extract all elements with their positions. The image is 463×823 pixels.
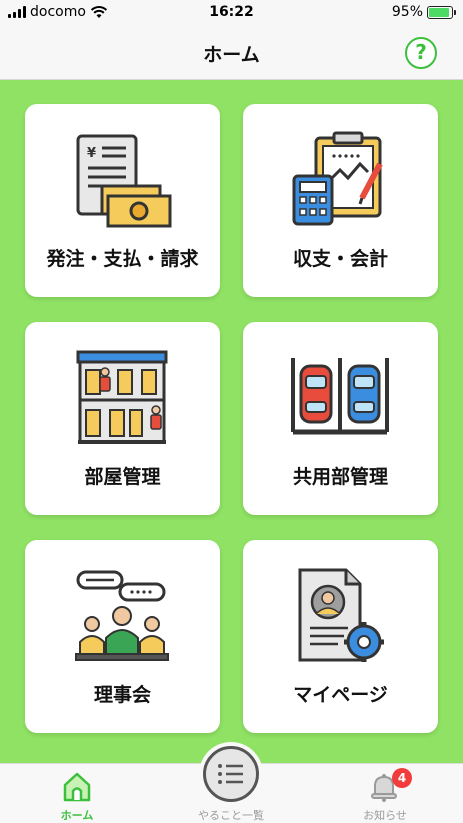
menu-card-label: マイページ	[293, 684, 388, 706]
menu-card-board[interactable]: 理事会	[25, 540, 220, 733]
tab-todo[interactable]: やること一覧	[171, 764, 291, 823]
profile-document-icon	[298, 568, 384, 662]
menu-card-label: 部屋管理	[84, 466, 161, 488]
apartment-building-icon	[76, 350, 168, 444]
accounting-clipboard-icon	[292, 131, 383, 226]
notification-badge: 4	[392, 768, 412, 788]
tab-notice-label: お知らせ	[363, 809, 407, 822]
menu-card-accounting[interactable]: 収支・会計	[243, 104, 438, 297]
help-button[interactable]: ?	[405, 37, 437, 69]
svg-text:¥: ¥	[87, 146, 96, 161]
menu-card-common-area[interactable]: 共用部管理	[243, 322, 438, 515]
tab-home-label: ホーム	[60, 809, 94, 822]
tab-home[interactable]: ホーム	[17, 764, 137, 823]
menu-card-label: 共用部管理	[292, 466, 388, 488]
status-right: 95%	[391, 4, 456, 20]
page-title: ホーム	[203, 44, 260, 66]
menu-card-label: 収支・会計	[292, 248, 388, 270]
tab-todo-label: やること一覧	[198, 809, 264, 822]
menu-card-label: 発注・支払・請求	[46, 248, 199, 270]
menu-card-ordering[interactable]: ¥ 発注・支払・請求	[25, 104, 220, 297]
battery-icon	[427, 5, 456, 19]
menu-card-rooms[interactable]: 部屋管理	[25, 322, 220, 515]
menu-card-label: 理事会	[93, 684, 151, 706]
menu-card-mypage[interactable]: マイページ	[243, 540, 438, 733]
menu-grid: ¥ 発注・支払・請求 収支・会計 部屋管理 共用部管理 理事会 マイページ	[0, 80, 463, 763]
battery-percent: 95%	[391, 4, 423, 20]
parking-cars-icon	[291, 358, 389, 435]
nav-header: ホーム ?	[0, 26, 463, 80]
tab-bar: ホーム やること一覧 お知らせ 4	[0, 742, 463, 823]
home-icon	[63, 772, 91, 802]
status-bar: docomo 16:22 95%	[0, 0, 463, 26]
tab-notice[interactable]: お知らせ	[325, 764, 445, 823]
board-meeting-icon	[75, 570, 169, 661]
invoice-money-icon: ¥	[76, 134, 172, 228]
